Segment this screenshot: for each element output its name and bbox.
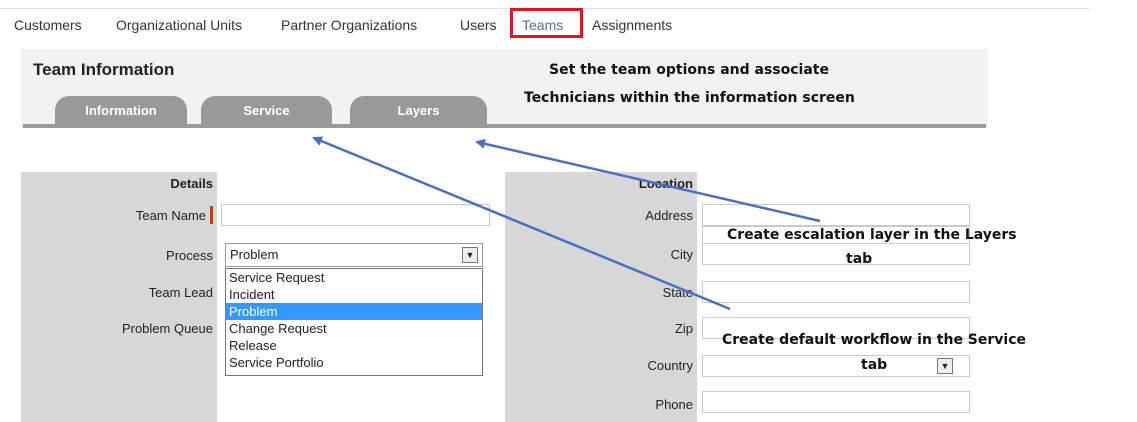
details-header: Details: [21, 172, 217, 195]
note-team-options-line1: Set the team options and associate: [549, 62, 829, 78]
tab-service[interactable]: Service: [201, 96, 332, 126]
process-label: Process: [166, 248, 213, 263]
nav-assignments[interactable]: Assignments: [592, 17, 672, 33]
city-input[interactable]: [702, 243, 970, 265]
tab-layers[interactable]: Layers: [350, 96, 487, 126]
teams-highlight-box: [510, 8, 583, 38]
nav-users[interactable]: Users: [460, 17, 497, 33]
process-option-change-request[interactable]: Change Request: [226, 320, 482, 337]
location-header: Location: [505, 172, 697, 195]
phone-input[interactable]: [702, 391, 970, 413]
location-label-column: [505, 195, 697, 422]
process-option-service-request[interactable]: Service Request: [226, 269, 482, 286]
required-indicator: [210, 206, 213, 224]
country-dropdown-button[interactable]: ▼: [937, 358, 953, 374]
process-option-service-portfolio[interactable]: Service Portfolio: [226, 354, 482, 371]
problem-queue-label: Problem Queue: [121, 321, 213, 336]
address-label: Address: [645, 208, 693, 223]
process-dropdown-button[interactable]: ▼: [462, 247, 478, 263]
top-nav: Customers Organizational Units Partner O…: [0, 0, 1137, 42]
note-service-line1: Create default workflow in the Service: [722, 332, 1027, 348]
process-select[interactable]: Problem: [225, 243, 483, 267]
nav-partner-organizations[interactable]: Partner Organizations: [281, 17, 417, 33]
process-option-problem[interactable]: Problem: [226, 303, 482, 320]
process-dropdown-list[interactable]: Service Request Incident Problem Change …: [225, 268, 483, 376]
phone-label: Phone: [655, 397, 693, 412]
details-label-column: [21, 195, 217, 422]
process-option-release[interactable]: Release: [226, 337, 482, 354]
state-input[interactable]: [702, 281, 970, 303]
note-layers-line1: Create escalation layer in the Layers: [727, 227, 1017, 243]
chevron-down-icon: ▼: [465, 250, 475, 260]
process-option-incident[interactable]: Incident: [226, 286, 482, 303]
address-input[interactable]: [702, 204, 970, 226]
team-lead-label: Team Lead: [148, 285, 213, 300]
zip-label: Zip: [674, 321, 693, 336]
country-label: Country: [647, 358, 693, 373]
note-team-options-line2: Technicians within the information scree…: [524, 90, 855, 106]
note-service-line2: tab: [861, 357, 888, 373]
nav-customers[interactable]: Customers: [14, 17, 82, 33]
chevron-down-icon: ▼: [940, 361, 950, 371]
team-name-input[interactable]: [221, 204, 490, 226]
state-label: State: [662, 285, 693, 300]
page-title: Team Information: [33, 60, 175, 79]
note-layers-line2: tab: [846, 251, 873, 267]
nav-organizational-units[interactable]: Organizational Units: [116, 17, 242, 33]
process-select-value: Problem: [230, 247, 279, 262]
tab-information[interactable]: Information: [55, 96, 187, 126]
country-select[interactable]: [702, 355, 970, 377]
team-name-label: Team Name: [135, 208, 206, 223]
city-label: City: [670, 247, 693, 262]
